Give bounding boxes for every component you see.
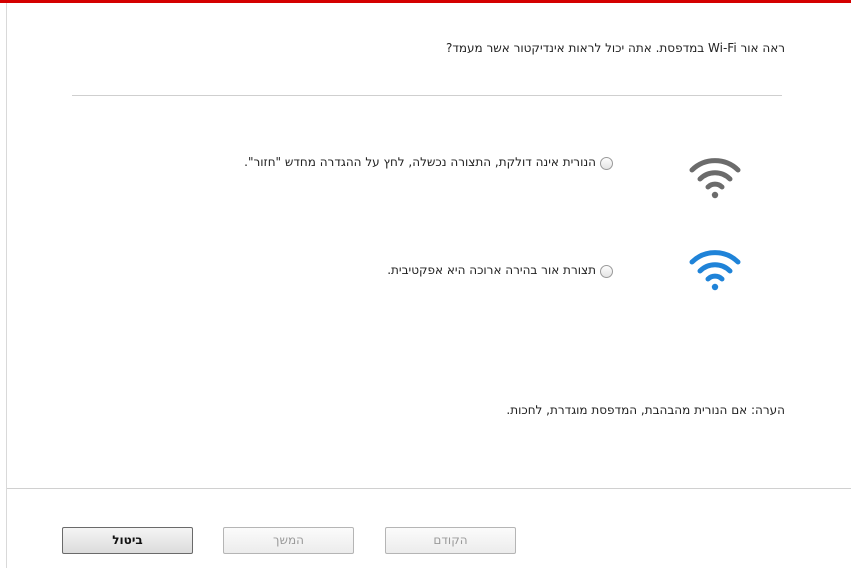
- footer-separator: [7, 488, 851, 489]
- accent-bar: [0, 0, 851, 3]
- option-success[interactable]: תצורת אור בהירה ארוכה היא אפקטיבית.: [387, 263, 613, 278]
- note-text: הערה: אם הנורית מהבהבת, המדפסת מוגדרת, ל…: [506, 403, 785, 417]
- window-border: [6, 3, 7, 568]
- divider: [72, 95, 782, 96]
- back-button[interactable]: הקודם: [385, 527, 516, 554]
- radio-button[interactable]: [600, 265, 613, 278]
- question-text: ראה אור Wi-Fi במדפסת. אתה יכול לראות אינ…: [445, 41, 785, 55]
- next-button[interactable]: המשך: [223, 527, 354, 554]
- wifi-gray-icon: [689, 158, 741, 199]
- option-failed[interactable]: הנורית אינה דולקת, התצורה נכשלה, לחץ על …: [193, 155, 613, 170]
- option-label: תצורת אור בהירה ארוכה היא אפקטיבית.: [387, 263, 596, 277]
- wifi-blue-icon: [689, 250, 741, 291]
- cancel-button[interactable]: ביטול: [62, 527, 193, 554]
- radio-button[interactable]: [600, 157, 613, 170]
- option-label: הנורית אינה דולקת, התצורה נכשלה, לחץ על …: [244, 155, 596, 169]
